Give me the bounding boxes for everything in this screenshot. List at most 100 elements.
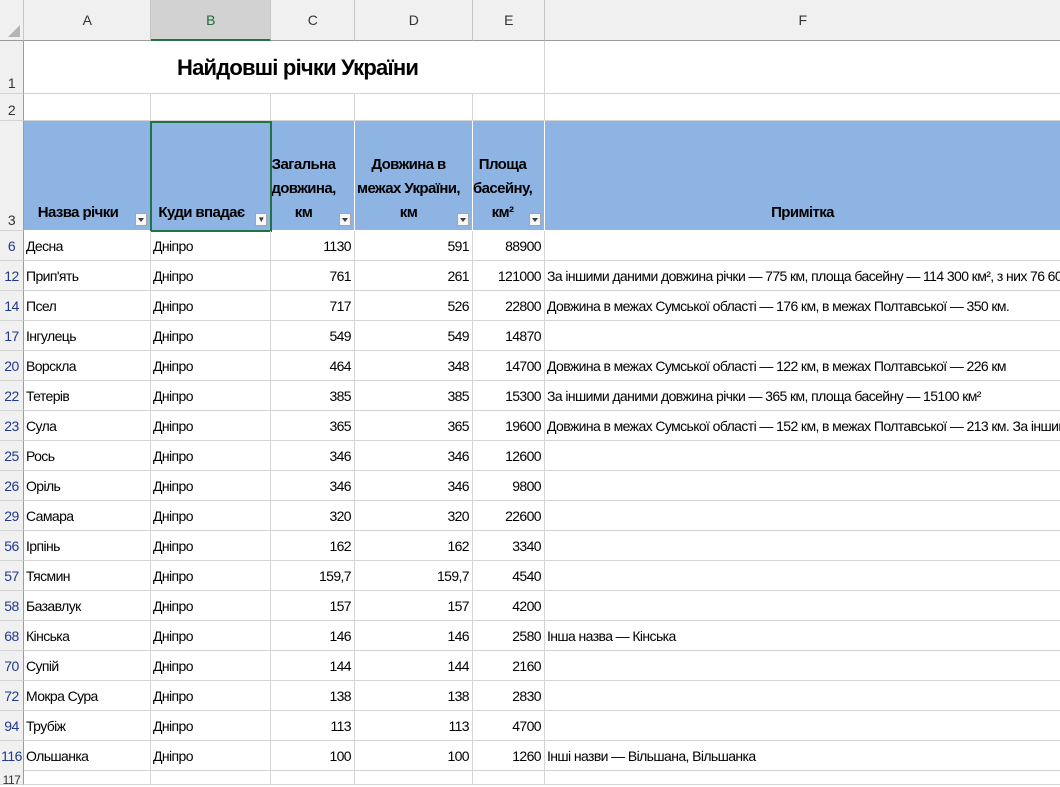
cell-note[interactable] [545,531,1060,561]
cell-length-in-ukraine[interactable]: 144 [355,651,473,681]
cell-length-in-ukraine[interactable]: 549 [355,321,473,351]
cell-basin-area[interactable]: 15300 [473,381,545,411]
row-header[interactable]: 17 [0,321,24,351]
cell-river-name[interactable]: Сула [24,411,151,441]
cell-river-name[interactable]: Псел [24,291,151,321]
row-header-next[interactable]: 117 [0,770,24,787]
row-header[interactable]: 23 [0,411,24,441]
filter-button-basin-area[interactable] [529,213,541,226]
column-header-e[interactable]: E [473,0,545,41]
cell-river-mouth[interactable]: Дніпро [151,561,271,591]
cell-river-mouth[interactable]: Дніпро [151,321,271,351]
row-header[interactable]: 12 [0,261,24,291]
cell-river-name[interactable]: Мокра Сура [24,681,151,711]
row-header-2[interactable]: 2 [0,94,24,121]
cell-length-in-ukraine[interactable]: 157 [355,591,473,621]
filter-button-name[interactable] [135,213,147,226]
cell-length-in-ukraine[interactable]: 346 [355,441,473,471]
row-header[interactable]: 70 [0,651,24,681]
row-header[interactable]: 56 [0,531,24,561]
cell-basin-area[interactable]: 1260 [473,741,545,771]
filter-button-length-ukraine[interactable] [457,213,469,226]
cell-length-in-ukraine[interactable]: 100 [355,741,473,771]
row-header[interactable]: 72 [0,681,24,711]
cell-total-length[interactable]: 320 [271,501,355,531]
cell-river-mouth[interactable]: Дніпро [151,591,271,621]
row-header[interactable]: 14 [0,291,24,321]
row-header[interactable]: 116 [0,741,24,771]
row-header[interactable]: 22 [0,381,24,411]
cell-river-mouth[interactable]: Дніпро [151,531,271,561]
cell-basin-area[interactable]: 2830 [473,681,545,711]
row-header[interactable]: 57 [0,561,24,591]
cell-river-mouth[interactable]: Дніпро [151,621,271,651]
cell-basin-area[interactable]: 14700 [473,351,545,381]
cell-e2[interactable] [473,94,545,121]
cell-next-d[interactable] [355,770,473,785]
row-header-3[interactable]: 3 [0,121,24,231]
cell-note[interactable]: За іншими даними довжина річки — 775 км,… [545,261,1060,291]
cell-a2[interactable] [24,94,151,121]
cell-basin-area[interactable]: 121000 [473,261,545,291]
cell-river-name[interactable]: Базавлук [24,591,151,621]
cell-total-length[interactable]: 385 [271,381,355,411]
cell-length-in-ukraine[interactable]: 146 [355,621,473,651]
cell-river-mouth[interactable]: Дніпро [151,381,271,411]
row-header[interactable]: 20 [0,351,24,381]
cell-b2[interactable] [151,94,271,121]
cell-total-length[interactable]: 717 [271,291,355,321]
cell-note[interactable]: Довжина в межах Сумської області — 122 к… [545,351,1060,381]
cell-river-name[interactable]: Ольшанка [24,741,151,771]
cell-river-mouth[interactable]: Дніпро [151,711,271,741]
cell-river-mouth[interactable]: Дніпро [151,681,271,711]
cell-river-mouth[interactable]: Дніпро [151,501,271,531]
cell-basin-area[interactable]: 9800 [473,471,545,501]
cell-total-length[interactable]: 346 [271,471,355,501]
cell-length-in-ukraine[interactable]: 346 [355,471,473,501]
cell-next-a[interactable] [24,770,151,785]
cell-total-length[interactable]: 113 [271,711,355,741]
cell-f1[interactable] [545,41,1060,94]
row-header[interactable]: 29 [0,501,24,531]
cell-basin-area[interactable]: 4200 [473,591,545,621]
cell-basin-area[interactable]: 22800 [473,291,545,321]
row-header[interactable]: 58 [0,591,24,621]
cell-length-in-ukraine[interactable]: 138 [355,681,473,711]
filter-button-mouth[interactable]: ▼ [255,213,267,226]
cell-note[interactable] [545,711,1060,741]
cell-next-f[interactable] [545,770,1060,785]
column-header-a[interactable]: A [24,0,151,41]
cell-basin-area[interactable]: 88900 [473,231,545,261]
cell-basin-area[interactable]: 4700 [473,711,545,741]
cell-total-length[interactable]: 157 [271,591,355,621]
cell-note[interactable] [545,441,1060,471]
cell-total-length[interactable]: 365 [271,411,355,441]
cell-note[interactable]: Інші назви — Вільшана, Вільшанка [545,741,1060,771]
cell-river-name[interactable]: Тетерів [24,381,151,411]
cell-next-b[interactable] [151,770,271,785]
cell-basin-area[interactable]: 14870 [473,321,545,351]
cell-length-in-ukraine[interactable]: 113 [355,711,473,741]
cell-river-name[interactable]: Прип'ять [24,261,151,291]
column-header-c[interactable]: C [271,0,355,41]
cell-basin-area[interactable]: 2160 [473,651,545,681]
cell-note[interactable]: За іншими даними довжина річки — 365 км,… [545,381,1060,411]
cell-river-mouth[interactable]: Дніпро [151,261,271,291]
row-header[interactable]: 68 [0,621,24,651]
cell-basin-area[interactable]: 12600 [473,441,545,471]
cell-total-length[interactable]: 549 [271,321,355,351]
cell-note[interactable] [545,561,1060,591]
cell-river-name[interactable]: Кінська [24,621,151,651]
cell-river-name[interactable]: Десна [24,231,151,261]
cell-total-length[interactable]: 162 [271,531,355,561]
cell-total-length[interactable]: 159,7 [271,561,355,591]
cell-note[interactable]: Інша назва — Кінська [545,621,1060,651]
cell-note[interactable] [545,591,1060,621]
cell-note[interactable] [545,471,1060,501]
row-header[interactable]: 25 [0,441,24,471]
cell-river-name[interactable]: Оріль [24,471,151,501]
cell-river-mouth[interactable]: Дніпро [151,351,271,381]
cell-river-name[interactable]: Самара [24,501,151,531]
cell-length-in-ukraine[interactable]: 348 [355,351,473,381]
cell-length-in-ukraine[interactable]: 261 [355,261,473,291]
